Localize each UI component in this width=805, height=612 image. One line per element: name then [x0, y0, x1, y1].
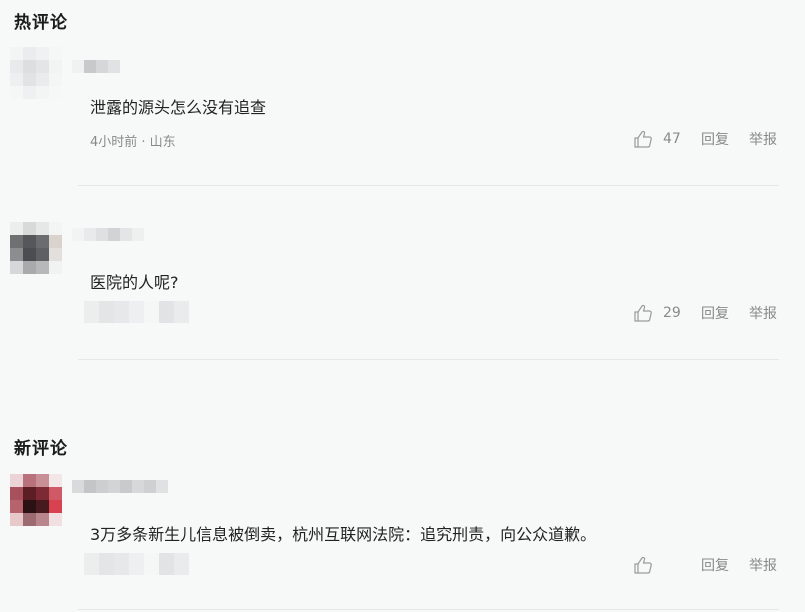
- divider: [78, 609, 779, 610]
- report-button[interactable]: 举报: [749, 303, 777, 323]
- report-button[interactable]: 举报: [749, 555, 777, 575]
- like-button[interactable]: 29: [633, 304, 681, 322]
- username[interactable]: [72, 228, 144, 241]
- comment-actions: 47 回复 举报: [633, 129, 777, 149]
- new-comments-title: 新评论: [14, 439, 68, 459]
- comment-text: 医院的人呢?: [90, 273, 179, 292]
- like-button[interactable]: [633, 556, 681, 574]
- comment-actions: 29 回复 举报: [633, 303, 777, 323]
- divider: [78, 359, 779, 360]
- username[interactable]: [72, 60, 120, 73]
- comment-actions: 回复 举报: [633, 555, 777, 575]
- comment-meta-blurred: [84, 553, 189, 575]
- comment-text: 3万多条新生儿信息被倒卖，杭州互联网法院：追究刑责，向公众道歉。: [90, 525, 597, 544]
- thumbs-up-icon: [633, 130, 653, 148]
- report-button[interactable]: 举报: [749, 129, 777, 149]
- reply-button[interactable]: 回复: [701, 303, 729, 323]
- comment-meta-blurred: [84, 301, 189, 323]
- username[interactable]: [72, 480, 168, 493]
- hot-comments-title: 热评论: [14, 13, 68, 33]
- reply-button[interactable]: 回复: [701, 129, 729, 149]
- like-button[interactable]: 47: [633, 130, 681, 148]
- divider: [78, 185, 779, 186]
- avatar[interactable]: [10, 474, 62, 526]
- thumbs-up-icon: [633, 556, 653, 574]
- comment-meta: 4小时前 · 山东: [90, 135, 176, 150]
- like-count: 47: [663, 131, 681, 147]
- avatar[interactable]: [10, 222, 62, 274]
- thumbs-up-icon: [633, 304, 653, 322]
- comment-text: 泄露的源头怎么没有追查: [90, 98, 267, 117]
- avatar[interactable]: [10, 47, 62, 99]
- like-count: 29: [663, 305, 681, 321]
- reply-button[interactable]: 回复: [701, 555, 729, 575]
